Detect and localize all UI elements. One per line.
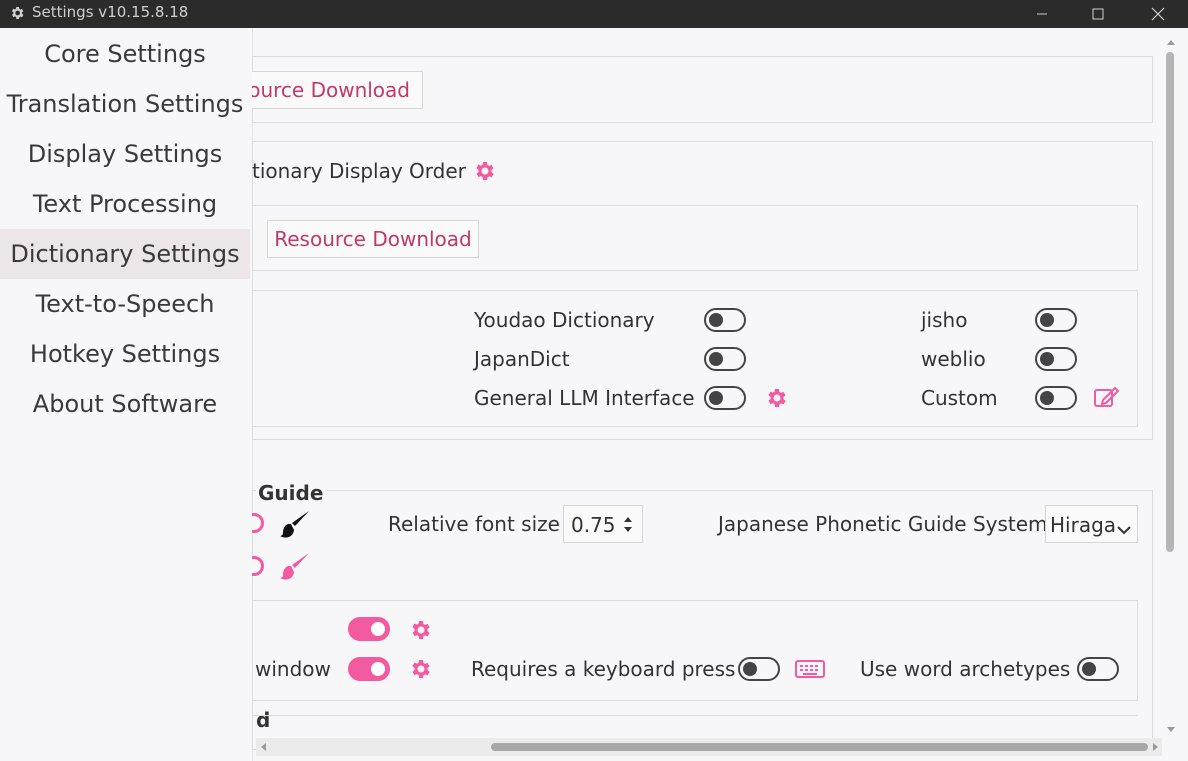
minimize-button[interactable] xyxy=(1014,0,1070,28)
word-archetypes-label: Use word archetypes xyxy=(860,657,1071,681)
toggle-option-1[interactable] xyxy=(348,617,390,641)
dict-label-weblio: weblio xyxy=(921,347,986,371)
horizontal-scroll-thumb[interactable] xyxy=(491,743,1148,751)
brush-pink-icon[interactable] xyxy=(278,550,312,582)
toggle-llm[interactable] xyxy=(704,386,746,410)
sidebar-item-translation-settings[interactable]: Translation Settings xyxy=(0,79,250,129)
top-resource-download-button[interactable]: ource Download xyxy=(252,71,423,109)
vertical-scroll-thumb[interactable] xyxy=(1166,52,1174,552)
toggle-jisho[interactable] xyxy=(1035,308,1077,332)
window-label: window xyxy=(255,657,331,681)
app-gear-icon xyxy=(9,5,27,23)
dict-label-jisho: jisho xyxy=(921,308,968,332)
dict-label-llm: General LLM Interface xyxy=(474,386,695,410)
dict-label-custom: Custom xyxy=(921,386,998,410)
sidebar: Core Settings Translation Settings Displ… xyxy=(0,28,252,761)
relative-font-size-value: 0.75 xyxy=(571,513,616,537)
sidebar-item-dictionary-settings[interactable]: Dictionary Settings xyxy=(0,229,250,279)
toggle-japandict[interactable] xyxy=(704,347,746,371)
window-options-group xyxy=(252,600,1138,701)
sidebar-item-display-settings[interactable]: Display Settings xyxy=(0,129,250,179)
dictionary-toggles-group xyxy=(252,290,1138,427)
toggle-word-archetypes[interactable] xyxy=(1077,657,1119,681)
sidebar-item-hotkey-settings[interactable]: Hotkey Settings xyxy=(0,329,250,379)
edit-icon[interactable] xyxy=(1092,384,1120,410)
chevron-down-icon xyxy=(1116,517,1134,535)
keyboard-icon[interactable] xyxy=(794,658,826,680)
relative-font-size-spinbox[interactable]: 0.75 xyxy=(563,505,643,543)
divider xyxy=(252,715,1138,716)
toggle-weblio[interactable] xyxy=(1035,347,1077,371)
sidebar-item-text-processing[interactable]: Text Processing xyxy=(0,179,250,229)
dict-label-youdao: Youdao Dictionary xyxy=(474,308,655,332)
scroll-up-icon[interactable] xyxy=(1163,36,1179,48)
spin-arrows-icon[interactable] xyxy=(622,513,634,537)
scroll-right-icon[interactable] xyxy=(1150,740,1162,754)
display-order-label: tionary Display Order xyxy=(252,159,466,183)
scroll-left-icon[interactable] xyxy=(257,740,269,754)
dict-label-japandict: JapanDict xyxy=(474,347,570,371)
scroll-down-icon[interactable] xyxy=(1163,724,1179,736)
llm-gear-icon[interactable] xyxy=(763,385,789,411)
toggle-youdao[interactable] xyxy=(704,308,746,332)
section-d-label: d xyxy=(256,708,275,732)
phonetic-system-select[interactable]: Hiraga xyxy=(1045,505,1138,543)
brush-icon[interactable] xyxy=(278,508,312,540)
window-title: Settings v10.15.8.18 xyxy=(32,3,189,21)
display-order-gear-icon[interactable] xyxy=(471,158,497,184)
sidebar-item-text-to-speech[interactable]: Text-to-Speech xyxy=(0,279,250,329)
title-bar: Settings v10.15.8.18 xyxy=(0,0,1188,28)
toggle-window[interactable] xyxy=(348,657,390,681)
resource-download-button[interactable]: Resource Download xyxy=(267,220,479,258)
close-button[interactable] xyxy=(1130,0,1186,28)
sidebar-item-about-software[interactable]: About Software xyxy=(0,379,250,429)
option-1-gear-icon[interactable] xyxy=(407,617,433,643)
relative-font-size-label: Relative font size xyxy=(388,512,560,536)
toggle-keyboard-press[interactable] xyxy=(738,657,780,681)
phonetic-system-label: Japanese Phonetic Guide System xyxy=(718,512,1048,536)
sidebar-item-core-settings[interactable]: Core Settings xyxy=(0,29,250,79)
window-gear-icon[interactable] xyxy=(407,656,433,682)
phonetic-guide-title: Guide xyxy=(256,481,328,505)
phonetic-system-value: Hiraga xyxy=(1050,513,1117,537)
maximize-button[interactable] xyxy=(1070,0,1126,28)
toggle-custom[interactable] xyxy=(1035,386,1077,410)
keyboard-press-label: Requires a keyboard press xyxy=(471,657,736,681)
